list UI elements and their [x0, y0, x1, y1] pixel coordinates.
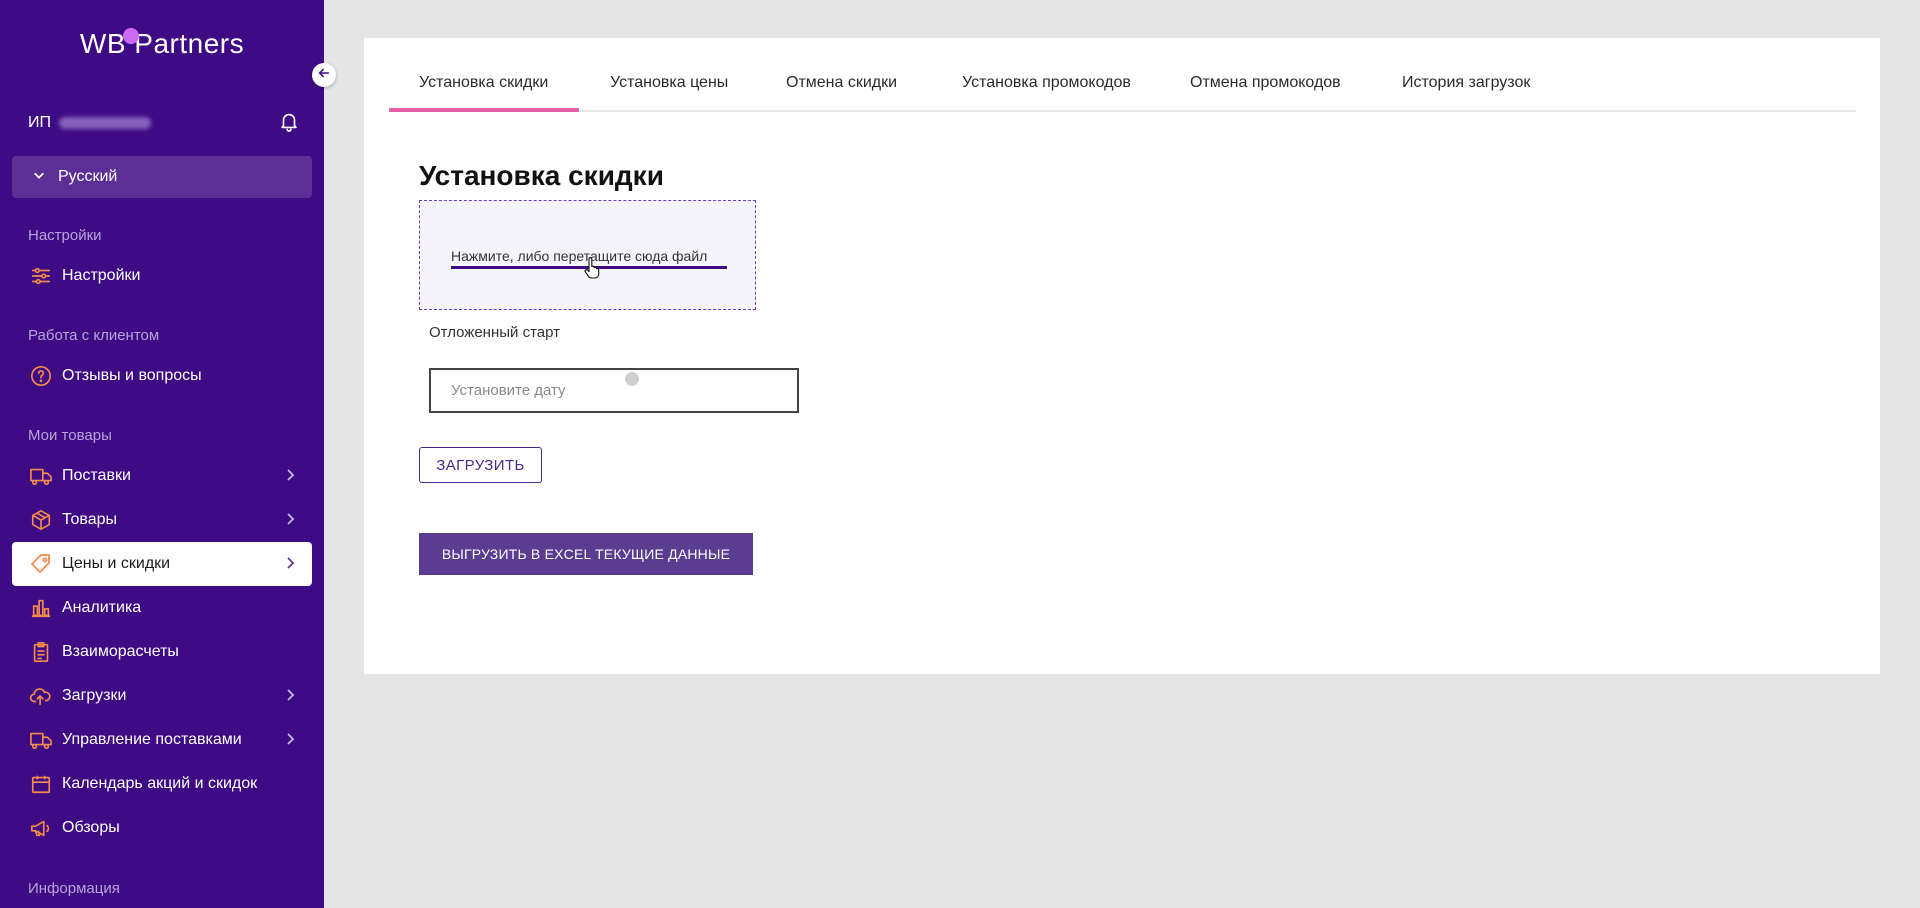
- truck-icon: [28, 727, 54, 753]
- sidebar-item-analytics[interactable]: Аналитика: [12, 586, 312, 630]
- sidebar-item-reviews[interactable]: Отзывы и вопросы: [12, 354, 312, 398]
- main-card: Установка скидки Установка цены Отмена с…: [364, 38, 1880, 674]
- tab-discount-cancel[interactable]: Отмена скидки: [786, 74, 897, 92]
- tabs-bar: Установка скидки Установка цены Отмена с…: [389, 38, 1856, 112]
- sidebar-item-label: Отзывы и вопросы: [62, 367, 202, 384]
- sidebar-item-uploads[interactable]: Загрузки: [12, 674, 312, 718]
- user-prefix: ИП: [28, 114, 51, 131]
- sidebar-item-label: Настройки: [62, 267, 141, 284]
- language-selector[interactable]: Русский: [12, 156, 312, 198]
- question-circle-icon: [28, 363, 54, 389]
- tab-promocode-setup[interactable]: Установка промокодов: [962, 74, 1131, 92]
- sidebar-item-label: Аналитика: [62, 599, 142, 616]
- sidebar-item-label: Управление поставками: [62, 731, 242, 748]
- upload-button[interactable]: ЗАГРУЗИТЬ: [419, 447, 542, 483]
- sidebar-item-settlements[interactable]: Взаиморасчеты: [12, 630, 312, 674]
- user-row: ИП: [28, 111, 300, 135]
- tab-discount-setup[interactable]: Установка скидки: [419, 74, 548, 92]
- clipboard-icon: [28, 639, 54, 665]
- sidebar: WB Partners ИП Русский Настройки Настрой…: [0, 0, 324, 908]
- sidebar-item-reviews-overview[interactable]: Обзоры: [12, 806, 312, 850]
- chevron-right-icon: [282, 467, 298, 488]
- page-title: Установка скидки: [419, 160, 664, 191]
- wb-partners-logo[interactable]: WB Partners: [0, 28, 324, 60]
- hand-cursor-icon: [583, 257, 601, 284]
- active-tab-indicator: [389, 108, 579, 112]
- chevron-down-icon: [32, 168, 46, 187]
- date-indicator-dot: [625, 372, 639, 386]
- chevron-right-icon: [282, 511, 298, 532]
- calendar-icon: [28, 771, 54, 797]
- bell-icon[interactable]: [278, 110, 300, 137]
- section-title-client: Работа с клиентом: [28, 327, 160, 344]
- bar-chart-icon: [28, 595, 54, 621]
- sidebar-item-label: Календарь акций и скидок: [62, 775, 258, 792]
- logo-dot-icon: [123, 28, 139, 44]
- megaphone-icon: [28, 815, 54, 841]
- sliders-icon: [28, 263, 54, 289]
- collapse-sidebar-button[interactable]: [312, 63, 336, 87]
- logo-text: WB Partners: [79, 28, 245, 59]
- arrow-left-icon: [317, 66, 331, 85]
- sidebar-item-prices-discounts[interactable]: Цены и скидки: [12, 542, 312, 586]
- section-title-settings: Настройки: [28, 227, 102, 244]
- box-icon: [28, 507, 54, 533]
- tab-upload-history[interactable]: История загрузок: [1402, 74, 1530, 92]
- date-input[interactable]: [429, 368, 799, 413]
- truck-icon: [28, 463, 54, 489]
- sidebar-item-label: Поставки: [62, 467, 131, 484]
- delayed-start-label: Отложенный старт: [429, 324, 561, 341]
- cloud-upload-icon: [28, 683, 54, 709]
- sidebar-item-settings[interactable]: Настройки: [12, 254, 312, 298]
- sidebar-item-label: Цены и скидки: [62, 555, 171, 572]
- language-label: Русский: [58, 168, 118, 185]
- user-name[interactable]: ИП: [28, 114, 151, 132]
- tab-promocode-cancel[interactable]: Отмена промокодов: [1190, 74, 1341, 92]
- tab-price-setup[interactable]: Установка цены: [610, 74, 728, 92]
- export-excel-button[interactable]: ВЫГРУЗИТЬ В EXCEL ТЕКУЩИЕ ДАННЫЕ: [419, 533, 753, 575]
- sidebar-item-label: Обзоры: [62, 819, 120, 836]
- chevron-right-icon: [282, 731, 298, 752]
- sidebar-item-supply-management[interactable]: Управление поставками: [12, 718, 312, 762]
- chevron-right-icon: [282, 687, 298, 708]
- sidebar-item-supplies[interactable]: Поставки: [12, 454, 312, 498]
- sidebar-item-label: Загрузки: [62, 687, 127, 704]
- sidebar-item-promo-calendar[interactable]: Календарь акций и скидок: [12, 762, 312, 806]
- chevron-right-icon: [282, 555, 298, 576]
- sidebar-item-goods[interactable]: Товары: [12, 498, 312, 542]
- sidebar-item-label: Взаиморасчеты: [62, 643, 179, 660]
- section-title-my-goods: Мои товары: [28, 427, 112, 444]
- dropzone-text: Нажмите, либо перетащите сюда файл: [451, 248, 708, 264]
- tag-icon: [28, 551, 54, 577]
- section-title-info: Информация: [28, 880, 120, 897]
- user-name-redacted: [59, 116, 151, 129]
- sidebar-item-label: Товары: [62, 511, 118, 528]
- file-dropzone[interactable]: Нажмите, либо перетащите сюда файл: [419, 200, 756, 310]
